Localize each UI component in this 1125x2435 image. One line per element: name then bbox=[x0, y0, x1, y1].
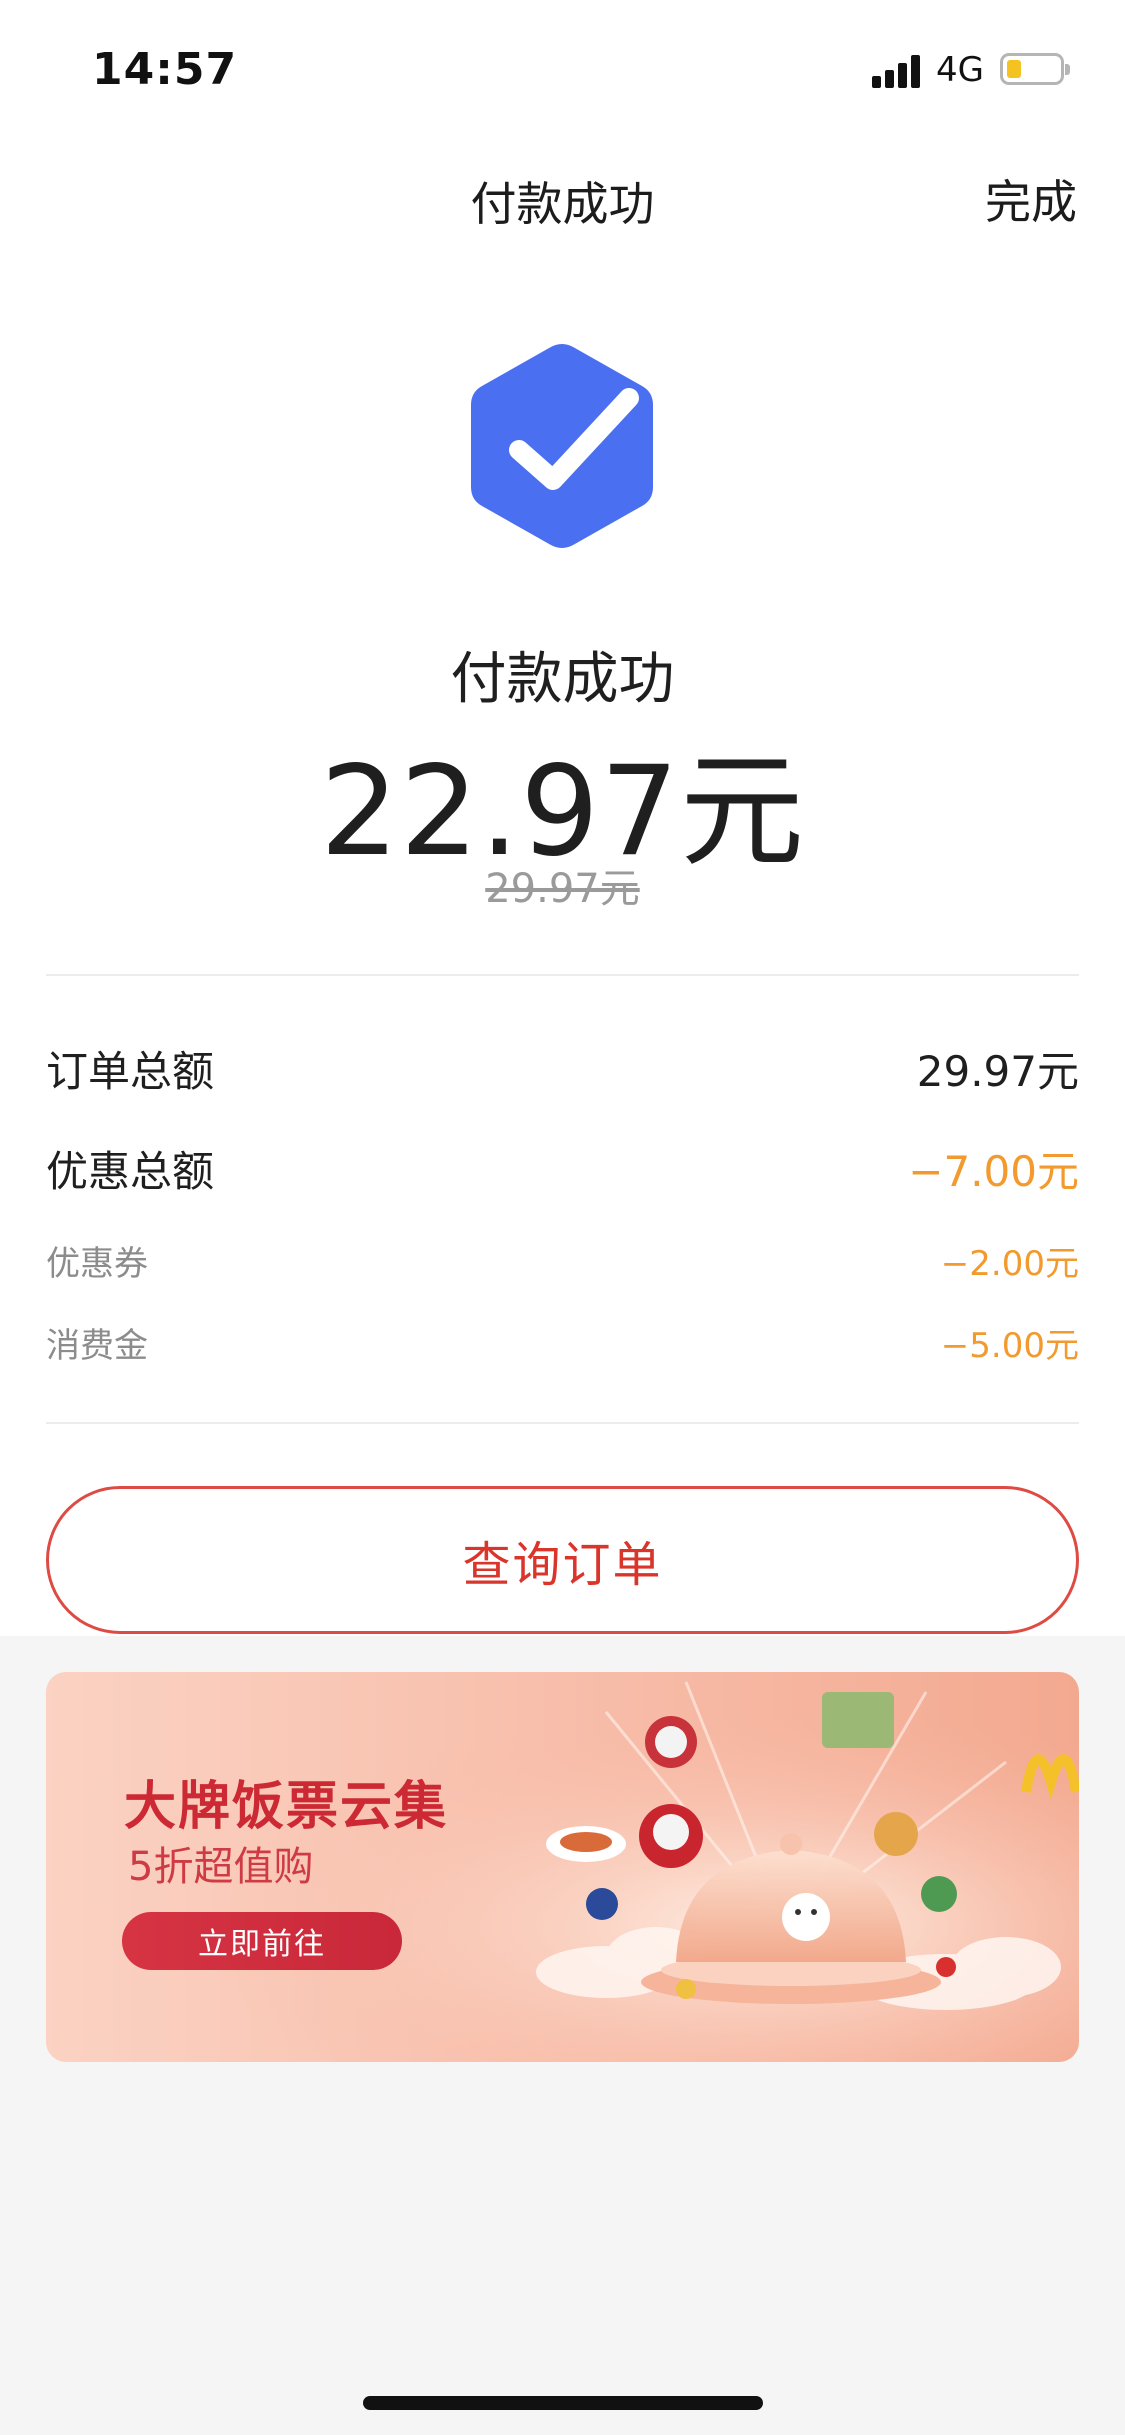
battery-level bbox=[1007, 60, 1021, 78]
discount-total-label: 优惠总额 bbox=[46, 1147, 215, 1196]
query-order-button[interactable]: 查询订单 bbox=[46, 1486, 1079, 1634]
payment-success-title: 付款成功 bbox=[450, 647, 675, 712]
discount-total-value: −7.00元 bbox=[908, 1147, 1079, 1196]
hexagon-shape bbox=[471, 344, 653, 548]
signal-icon bbox=[872, 54, 924, 88]
consumption-credit-value: −5.00元 bbox=[940, 1326, 1079, 1366]
consumption-credit-label: 消费金 bbox=[46, 1326, 148, 1366]
coupon-label: 优惠券 bbox=[46, 1244, 148, 1284]
promo-go-button[interactable]: 立即前往 bbox=[122, 1912, 402, 1970]
divider bbox=[46, 1422, 1079, 1424]
promo-subtitle: 5折超值购 bbox=[128, 1844, 314, 1890]
promo-banner[interactable]: 大牌饭票云集 5折超值购 立即前往 bbox=[46, 1672, 1079, 2062]
nav-title: 付款成功 bbox=[470, 177, 655, 231]
divider bbox=[46, 974, 1079, 976]
check-hexagon-icon bbox=[471, 344, 653, 548]
order-total-value: 29.97元 bbox=[916, 1047, 1079, 1096]
order-total-label: 订单总额 bbox=[46, 1047, 215, 1096]
done-button[interactable]: 完成 bbox=[985, 166, 1077, 232]
coupon-value: −2.00元 bbox=[940, 1244, 1079, 1284]
original-amount: 29.97元 bbox=[485, 866, 640, 912]
battery-icon bbox=[1000, 53, 1070, 85]
network-type: 4G bbox=[936, 50, 984, 90]
promo-title: 大牌饭票云集 bbox=[124, 1777, 449, 1837]
status-time: 14:57 bbox=[92, 44, 238, 95]
home-indicator bbox=[363, 2396, 763, 2410]
